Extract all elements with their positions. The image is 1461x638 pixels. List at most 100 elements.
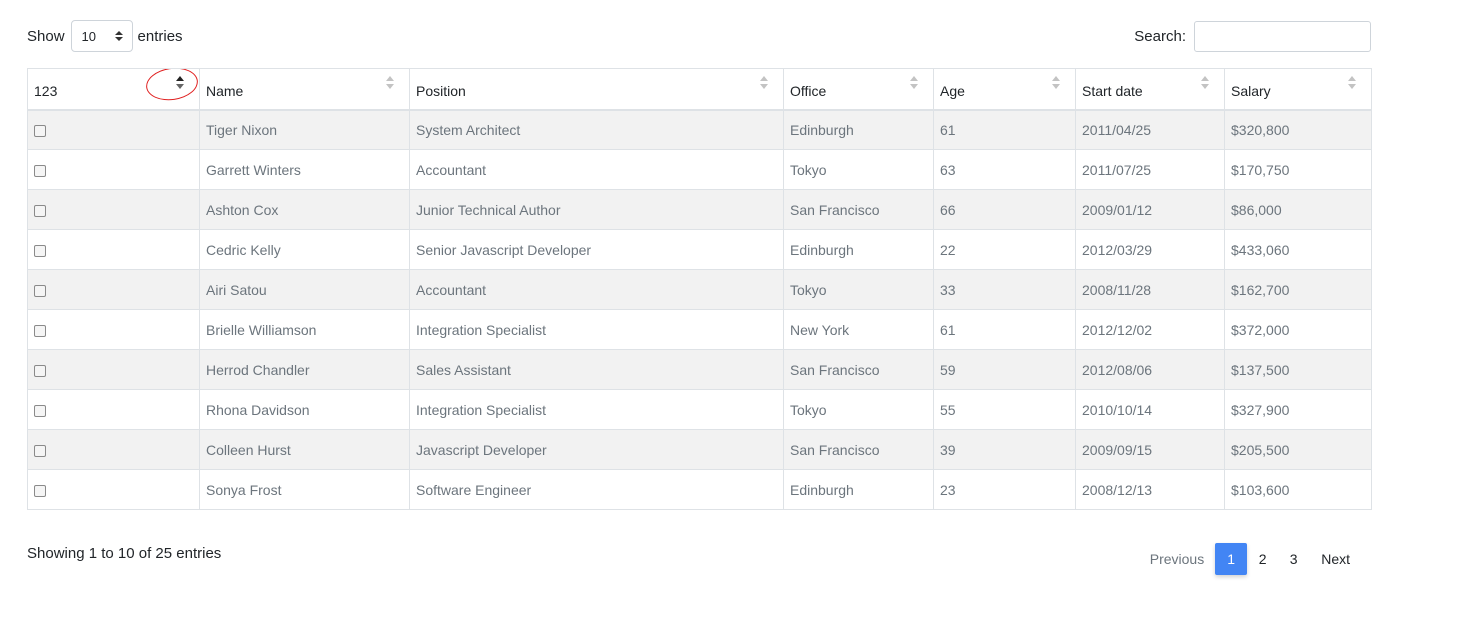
length-prefix: Show — [27, 27, 65, 45]
row-checkbox[interactable] — [34, 324, 46, 337]
column-header-label: Name — [206, 83, 244, 100]
sort-arrows-icon[interactable] — [386, 76, 394, 89]
table-row: Brielle Williamson Integration Specialist… — [27, 309, 1372, 350]
table-row: Herrod Chandler Sales Assistant San Franci… — [27, 349, 1372, 390]
office-cell: Tokyo — [783, 269, 934, 310]
search-input[interactable] — [1194, 21, 1371, 52]
page-button-2[interactable]: 2 — [1247, 543, 1278, 575]
age-cell: 61 — [933, 309, 1076, 350]
row-checkbox[interactable] — [34, 364, 46, 377]
row-checkbox[interactable] — [34, 164, 46, 177]
name-cell: Ashton Cox — [199, 189, 410, 230]
office-cell: San Francisco — [783, 189, 934, 230]
position-cell: Accountant — [409, 149, 784, 190]
select-cell — [27, 349, 200, 390]
table-body: Tiger Nixon System Architect Edinburgh 61 20… — [27, 109, 1372, 510]
office-cell: Edinburgh — [783, 109, 934, 150]
table-info: Showing 1 to 10 of 25 entries — [27, 545, 222, 562]
select-cell — [27, 229, 200, 270]
start-date-cell: 2012/08/06 — [1075, 349, 1225, 390]
length-suffix: entries — [137, 27, 183, 45]
search-label: Search: — [1134, 28, 1186, 45]
name-cell: Airi Satou — [199, 269, 410, 310]
length-menu: Show 10 entries — [27, 20, 183, 52]
entries-per-page-value: 10 — [81, 28, 96, 44]
entries-per-page-select[interactable]: 10 — [70, 20, 133, 52]
salary-cell: $86,000 — [1224, 189, 1372, 230]
select-cell — [27, 189, 200, 230]
column-header-label: Start date — [1082, 83, 1143, 100]
pagination: Previous 1 2 3 Next — [1140, 543, 1362, 575]
datatable-page: Show 10 entries Search: 123 Name Position O… — [0, 0, 1461, 638]
column-header-age[interactable]: Age — [933, 68, 1076, 111]
column-header-label: Office — [790, 83, 827, 100]
column-header-position[interactable]: Position — [409, 68, 784, 111]
position-cell: Senior Javascript Developer — [409, 229, 784, 270]
position-cell: Junior Technical Author — [409, 189, 784, 230]
start-date-cell: 2008/11/28 — [1075, 269, 1225, 310]
page-button-1[interactable]: 1 — [1215, 543, 1248, 575]
sort-arrows-icon[interactable] — [1201, 76, 1209, 89]
salary-cell: $137,500 — [1224, 349, 1372, 390]
row-checkbox[interactable] — [34, 484, 46, 497]
age-cell: 23 — [933, 469, 1076, 510]
name-cell: Cedric Kelly — [199, 229, 410, 270]
position-cell: Javascript Developer — [409, 429, 784, 470]
row-checkbox[interactable] — [34, 444, 46, 457]
next-page-button[interactable]: Next — [1309, 543, 1362, 575]
previous-page-button[interactable]: Previous — [1140, 543, 1215, 575]
select-cell — [27, 109, 200, 150]
office-cell: San Francisco — [783, 349, 934, 390]
start-date-cell: 2012/12/02 — [1075, 309, 1225, 350]
office-cell: Tokyo — [783, 389, 934, 430]
sort-arrows-icon[interactable] — [1052, 76, 1060, 89]
name-cell: Herrod Chandler — [199, 349, 410, 390]
age-cell: 55 — [933, 389, 1076, 430]
column-header-label: Age — [940, 83, 965, 100]
name-cell: Tiger Nixon — [199, 109, 410, 150]
name-cell: Garrett Winters — [199, 149, 410, 190]
row-checkbox[interactable] — [34, 244, 46, 257]
age-cell: 66 — [933, 189, 1076, 230]
sort-arrows-icon[interactable] — [1348, 76, 1356, 89]
age-cell: 39 — [933, 429, 1076, 470]
office-cell: Edinburgh — [783, 469, 934, 510]
data-table: 123 Name Position Office Age Start date Salary… — [27, 68, 1372, 510]
select-cell — [27, 429, 200, 470]
salary-cell: $170,750 — [1224, 149, 1372, 190]
table-row: Tiger Nixon System Architect Edinburgh 61 20… — [27, 109, 1372, 150]
column-header-123[interactable]: 123 — [27, 68, 200, 111]
salary-cell: $320,800 — [1224, 109, 1372, 150]
column-header-start-date[interactable]: Start date — [1075, 68, 1225, 111]
position-cell: Integration Specialist — [409, 309, 784, 350]
sort-arrows-icon[interactable] — [910, 76, 918, 89]
table-row: Rhona Davidson Integration Specialist Toky… — [27, 389, 1372, 430]
row-checkbox[interactable] — [34, 284, 46, 297]
select-arrows-icon — [114, 31, 123, 41]
column-header-label: 123 — [34, 83, 58, 100]
row-checkbox[interactable] — [34, 125, 46, 138]
row-checkbox[interactable] — [34, 204, 46, 217]
office-cell: Edinburgh — [783, 229, 934, 270]
salary-cell: $327,900 — [1224, 389, 1372, 430]
sort-arrows-icon[interactable] — [176, 76, 184, 89]
sort-arrows-icon[interactable] — [760, 76, 768, 89]
office-cell: Tokyo — [783, 149, 934, 190]
header-row: 123 Name Position Office Age Start date Salary — [27, 68, 1372, 111]
table-row: Cedric Kelly Senior Javascript Developer E… — [27, 229, 1372, 270]
select-cell — [27, 309, 200, 350]
page-button-3[interactable]: 3 — [1278, 543, 1309, 575]
table-row: Colleen Hurst Javascript Developer San Fra… — [27, 429, 1372, 470]
start-date-cell: 2011/04/25 — [1075, 109, 1225, 150]
table-row: Airi Satou Accountant Tokyo 33 2008/11/28 $16… — [27, 269, 1372, 310]
start-date-cell: 2011/07/25 — [1075, 149, 1225, 190]
salary-cell: $433,060 — [1224, 229, 1372, 270]
column-header-office[interactable]: Office — [783, 68, 934, 111]
column-header-label: Salary — [1231, 83, 1271, 100]
column-header-salary[interactable]: Salary — [1224, 68, 1372, 111]
age-cell: 61 — [933, 109, 1076, 150]
column-header-name[interactable]: Name — [199, 68, 410, 111]
position-cell: Sales Assistant — [409, 349, 784, 390]
name-cell: Colleen Hurst — [199, 429, 410, 470]
row-checkbox[interactable] — [34, 404, 46, 417]
